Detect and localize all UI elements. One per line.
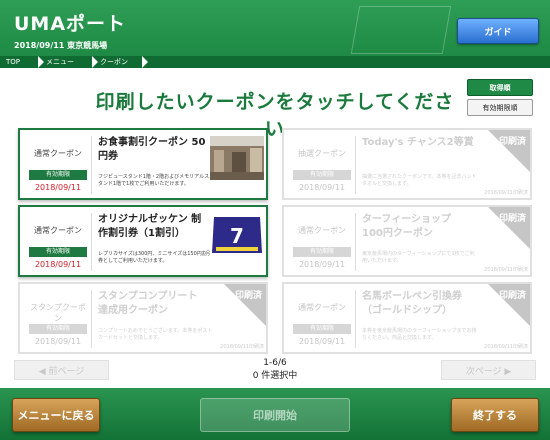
card-divider — [355, 213, 356, 271]
valid-date: 2018/09/11 — [298, 260, 346, 269]
valid-label: 有効期限 — [293, 170, 351, 180]
breadcrumb-separator — [142, 56, 148, 68]
sort-expiry-button[interactable]: 有効期限順 — [467, 99, 533, 116]
coupon-type: 抽選クーポン — [298, 149, 346, 158]
coupon-description: 抽選に当選されたクーポンです。本券を記念ハンドタオルと交換します。 — [362, 174, 477, 187]
coupon-description: 東京競馬場内のターフィーショップにて1枚でご利用いただけます。 — [362, 251, 475, 264]
coupon-description: 本券を東京競馬場内のターフィーショップまでお持ちください。商品と交換します。 — [362, 328, 477, 341]
coupon-type: 通常クーポン — [298, 303, 346, 312]
selected-count: 0 件選択中 — [252, 371, 298, 381]
card-divider — [355, 290, 356, 348]
card-divider — [355, 136, 356, 194]
app-logo: UMAポート — [14, 13, 127, 35]
coupon-name: 名馬ボールペン引換券 （ゴールドシップ） — [362, 291, 462, 316]
coupon-name: ターフィーショップ 100円クーポン — [362, 214, 451, 239]
valid-label: 有効期限 — [293, 247, 351, 257]
coupon-type: 通常クーポン — [34, 226, 82, 235]
coupon-card: 通常クーポン 有効期限 2018/09/11 名馬ボールペン引換券 （ゴールドシ… — [282, 282, 532, 354]
svg-text:7: 7 — [230, 224, 244, 248]
back-to-menu-button[interactable]: メニューに戻る — [12, 398, 100, 432]
breadcrumb-menu[interactable]: メニュー — [40, 56, 98, 68]
valid-label: 有効期限 — [29, 247, 87, 257]
coupon-description: コンプリートおめでとうございます。本券をポストカードセットと交換します。 — [98, 328, 213, 341]
coupon-card: スタンプクーポン 有効期限 2018/09/11 スタンプコンプリート 達成用ク… — [18, 282, 268, 354]
printed-label: 印刷済 — [498, 291, 526, 301]
coupon-card: 抽選クーポン 有効期限 2018/09/11 Today's チャンス2等賞 抽… — [282, 128, 532, 200]
printed-stamp: 2018/09/11印刷済 — [484, 344, 528, 350]
card-divider — [91, 213, 92, 271]
coupon-description: レプリカサイズは300円、ミニサイズは150円割引券としてご利用いただけます。 — [98, 251, 212, 264]
printed-label: 印刷済 — [234, 291, 262, 301]
coupon-name: お食事割引クーポン 50円券 — [98, 137, 206, 162]
breadcrumb-coupon: クーポン — [100, 58, 128, 66]
valid-date: 2018/09/11 — [34, 260, 82, 269]
printed-label: 印刷済 — [498, 214, 526, 224]
printed-stamp: 2018/09/11印刷済 — [484, 267, 528, 273]
valid-date: 2018/09/11 — [298, 337, 346, 346]
coupon-card: 通常クーポン 有効期限 2018/09/11 ターフィーショップ 100円クーポ… — [282, 205, 532, 277]
coupon-name: オリジナルゼッケン 制作割引券（1割引） — [98, 214, 202, 239]
coupon-name: スタンプコンプリート 達成用クーポン — [98, 291, 198, 316]
coupon-description: フジビュースタンド1階・2階およびメモリアルスタンド1階で1枚でご利用いただけま… — [98, 174, 210, 187]
print-start-button[interactable]: 印刷開始 — [200, 398, 350, 432]
restaurant-photo — [210, 136, 264, 180]
date-venue: 2018/09/11 東京競馬場 — [14, 41, 108, 50]
guide-button[interactable]: ガイド — [457, 18, 539, 44]
page-info: 1-6/6 0 件選択中 — [200, 357, 350, 383]
printed-stamp: 2018/09/11印刷済 — [484, 190, 528, 196]
next-page-button[interactable]: 次ページ ▶ — [441, 360, 536, 380]
valid-date: 2018/09/11 — [34, 337, 82, 346]
coupon-card[interactable]: 通常クーポン 有効期限 2018/09/11 お食事割引クーポン 50円券 フジ… — [18, 128, 268, 200]
zekken-image: 7 — [210, 213, 264, 257]
valid-date: 2018/09/11 — [34, 183, 82, 192]
coupon-card[interactable]: 通常クーポン 有効期限 2018/09/11 オリジナルゼッケン 制作割引券（1… — [18, 205, 268, 277]
header-decoration — [350, 6, 452, 54]
printed-stamp: 2018/09/11印刷済 — [220, 344, 264, 350]
app-header: UMAポート 2018/09/11 東京競馬場 ガイド — [0, 0, 550, 56]
sort-acquired-button[interactable]: 取得順 — [467, 79, 533, 96]
coupon-type: 通常クーポン — [34, 149, 82, 158]
page-range: 1-6/6 — [263, 358, 287, 368]
valid-label: 有効期限 — [29, 170, 87, 180]
coupon-type: 通常クーポン — [298, 226, 346, 235]
printed-label: 印刷済 — [498, 137, 526, 147]
card-divider — [91, 136, 92, 194]
valid-date: 2018/09/11 — [298, 183, 346, 192]
breadcrumb: TOP メニュー クーポン ようこそ キタサンイエローゴパン 様 — [0, 56, 550, 122]
coupon-name: Today's チャンス2等賞 — [362, 137, 474, 148]
coupon-type: スタンプクーポン — [30, 303, 86, 323]
prev-page-button[interactable]: ◀ 前ページ — [14, 360, 109, 380]
valid-label: 有効期限 — [29, 324, 87, 334]
card-divider — [91, 290, 92, 348]
valid-label: 有効期限 — [293, 324, 351, 334]
exit-button[interactable]: 終了する — [451, 398, 539, 432]
